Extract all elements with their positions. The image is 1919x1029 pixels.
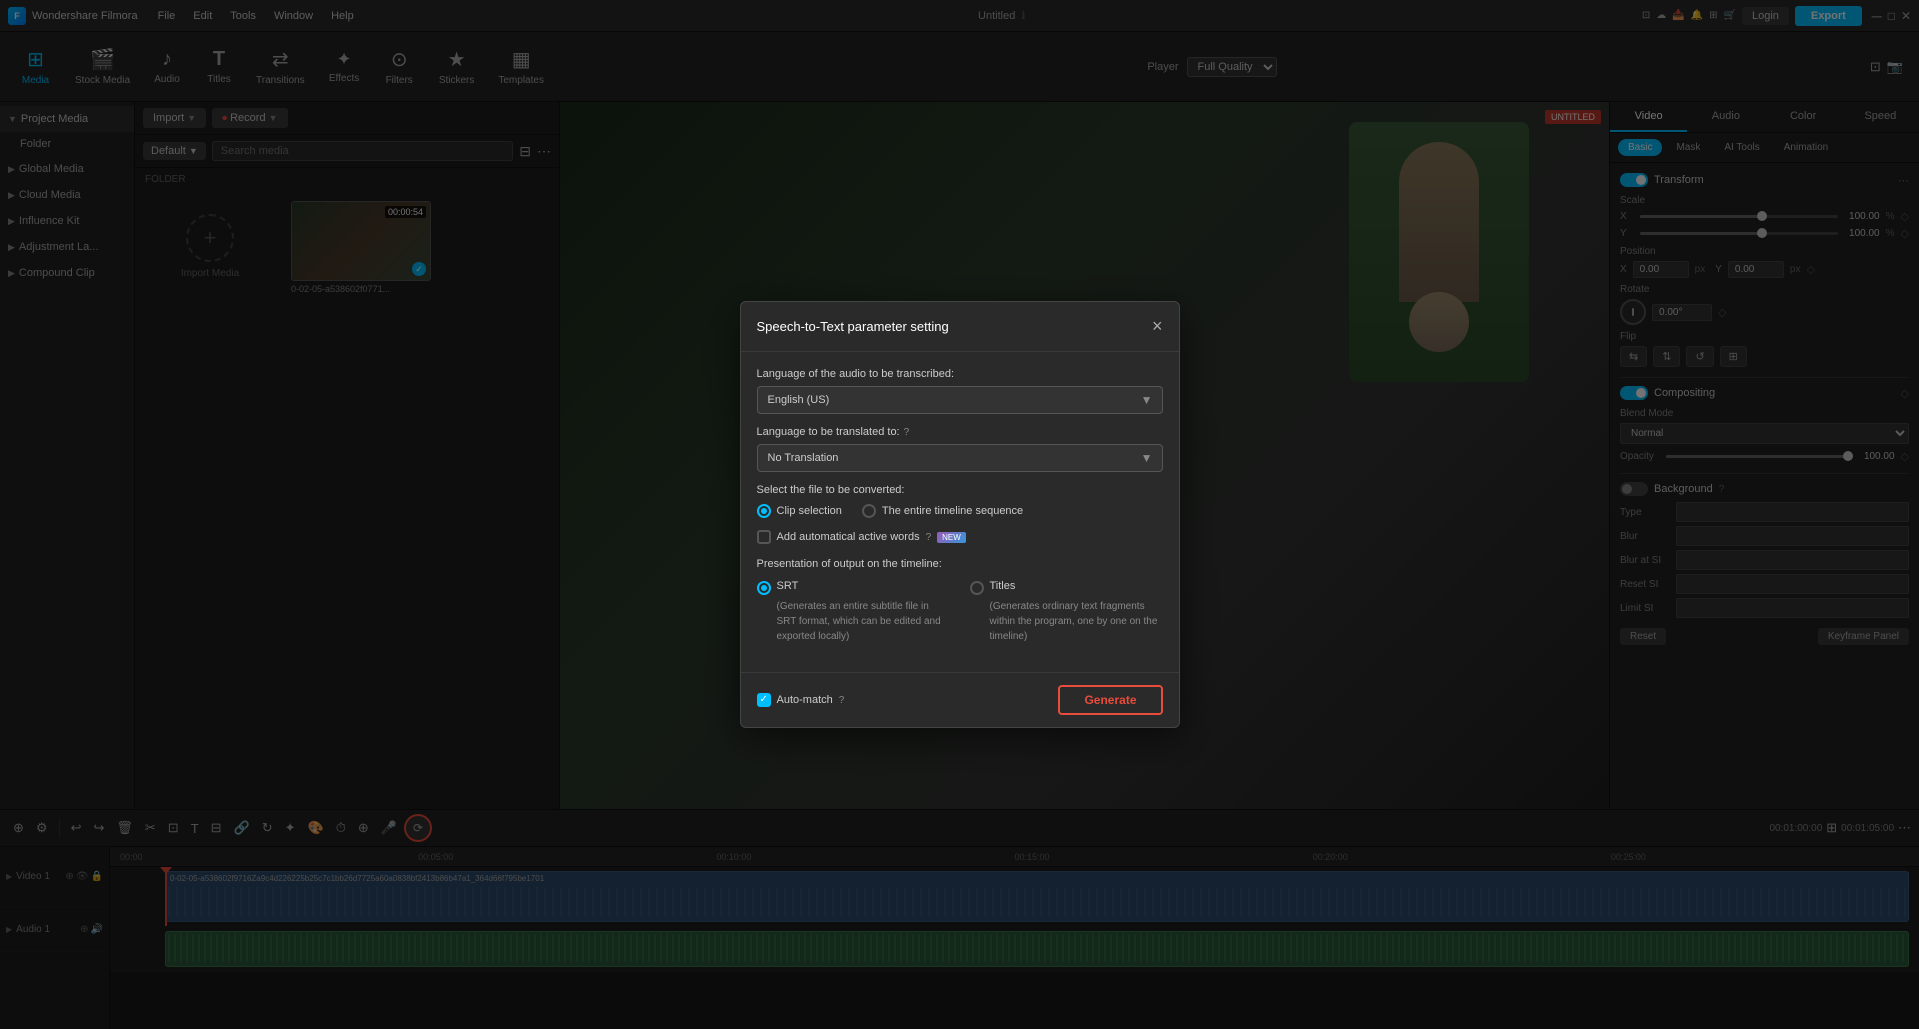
titles-radio[interactable] (970, 581, 984, 595)
timeline-sequence-radio[interactable] (862, 504, 876, 518)
modal-title: Speech-to-Text parameter setting (757, 319, 949, 334)
timeline-sequence-label: The entire timeline sequence (882, 505, 1023, 517)
titles-option: Titles (Generates ordinary text fragment… (970, 580, 1163, 644)
srt-radio[interactable] (757, 581, 771, 595)
clip-selection-label: Clip selection (777, 505, 842, 517)
srt-desc: (Generates an entire subtitle file in SR… (757, 599, 950, 644)
srt-label: SRT (777, 580, 799, 592)
clip-selection-radio-item[interactable]: Clip selection (757, 504, 842, 518)
convert-label: Select the file to be converted: (757, 484, 1163, 496)
auto-match-label: Auto-match (777, 694, 833, 706)
modal-overlay: Speech-to-Text parameter setting × Langu… (0, 0, 1919, 1029)
timeline-sequence-radio-item[interactable]: The entire timeline sequence (862, 504, 1023, 518)
auto-match-checkbox[interactable]: ✓ (757, 693, 771, 707)
active-words-checkbox[interactable] (757, 530, 771, 544)
audio-lang-label: Language of the audio to be transcribed: (757, 368, 1163, 380)
generate-button[interactable]: Generate (1058, 685, 1162, 715)
active-words-label: Add automatical active words (777, 531, 920, 543)
translate-help-icon[interactable]: ? (904, 427, 910, 438)
speech-to-text-modal: Speech-to-Text parameter setting × Langu… (740, 301, 1180, 728)
titles-label: Titles (990, 580, 1016, 592)
clip-selection-radio[interactable] (757, 504, 771, 518)
translate-lang-label: Language to be translated to: (757, 426, 900, 438)
srt-option: SRT (Generates an entire subtitle file i… (757, 580, 950, 644)
audio-lang-select[interactable]: English (US) Spanish French (757, 386, 1163, 414)
auto-match-help-icon[interactable]: ? (839, 695, 845, 706)
active-words-help-icon[interactable]: ? (926, 532, 932, 543)
translate-lang-select[interactable]: No Translation English Spanish (757, 444, 1163, 472)
titles-desc: (Generates ordinary text fragments withi… (970, 599, 1163, 644)
new-badge: NEW (937, 532, 966, 543)
output-label: Presentation of output on the timeline: (757, 558, 1163, 570)
modal-close-button[interactable]: × (1152, 316, 1163, 337)
